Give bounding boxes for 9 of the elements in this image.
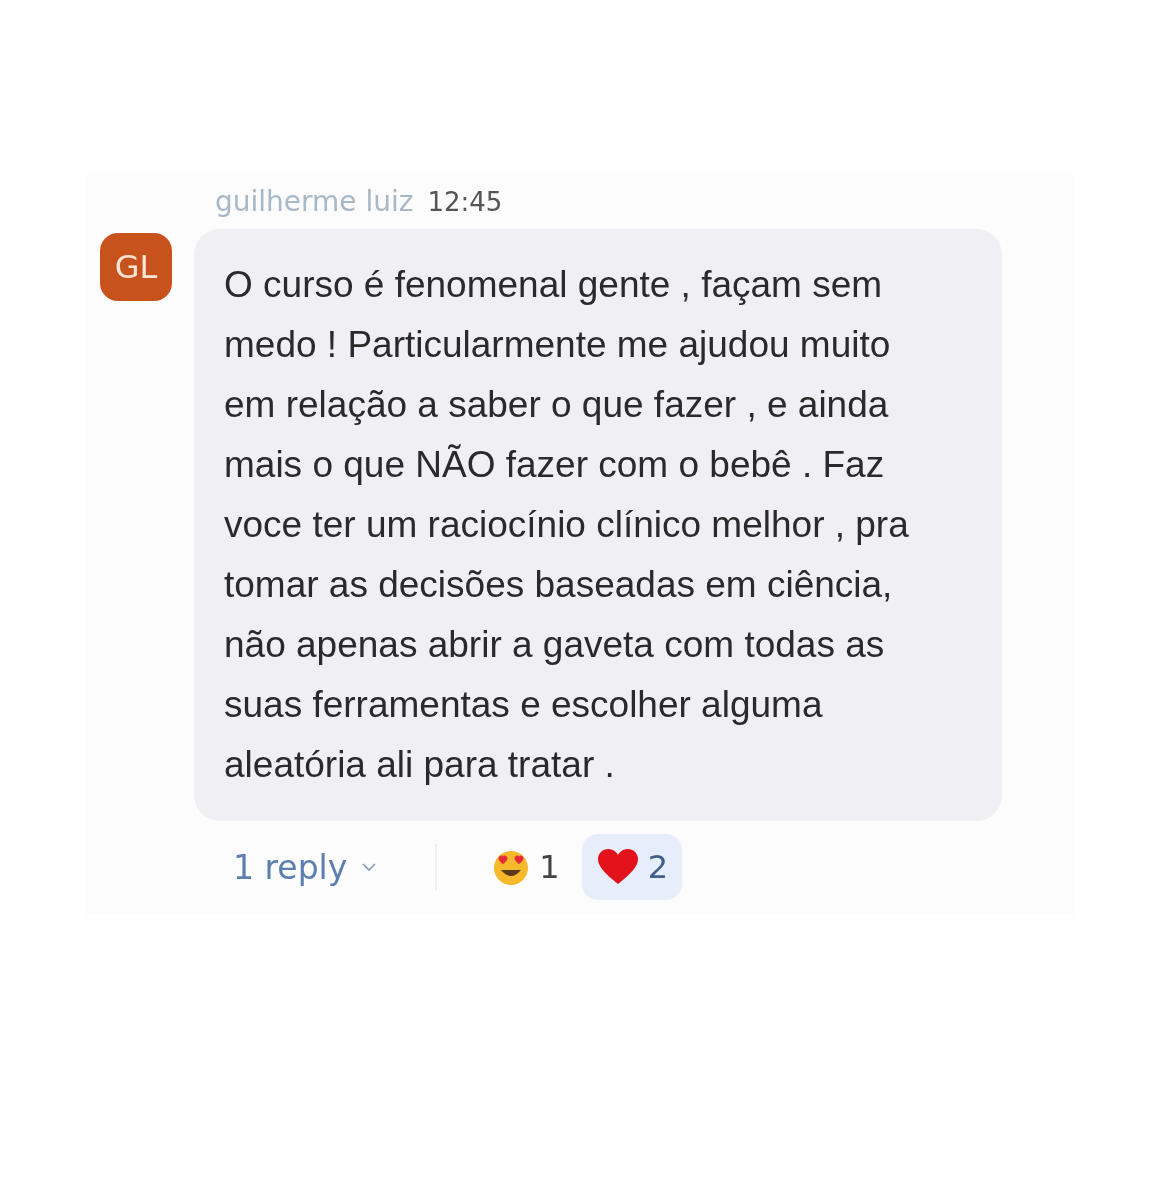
author-name: guilherme luiz <box>215 185 414 218</box>
replies-link[interactable]: 1 reply <box>225 847 386 887</box>
message-time: 12:45 <box>427 187 503 217</box>
chevron-down-icon <box>361 862 378 872</box>
reaction-button[interactable]: 1 <box>477 834 574 900</box>
reaction-button[interactable]: 2 <box>581 834 682 900</box>
message-text: O curso é fenomenal gente , façam sem medo ! Particularmente me ajudou muito em relação a saber o que fazer , e ainda mais o que NÃO fazer com o bebê . Faz voce ter um raciocínio clínico melhor , pra tomar as decisões baseadas em ciência, não apenas abrir a gaveta com todas as suas ferramentas e escolher alguma aleatória ali para tratar . <box>194 229 1002 821</box>
avatar: GL <box>100 233 172 301</box>
heart-icon <box>595 848 640 886</box>
